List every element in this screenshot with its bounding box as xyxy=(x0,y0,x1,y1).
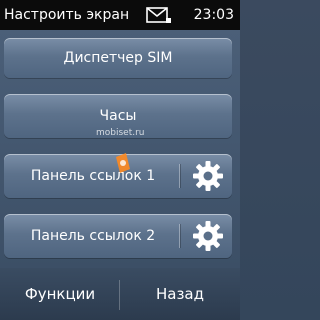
softkey-bar: Функции Назад xyxy=(0,268,240,320)
gear-icon[interactable] xyxy=(190,158,226,194)
gear-icon[interactable] xyxy=(190,218,226,254)
screen-title: Настроить экран xyxy=(4,7,130,23)
functions-button[interactable]: Функции xyxy=(0,268,120,320)
settings-list: Диспетчер SIM Часы Панель ссылок 1 Панел… xyxy=(0,30,240,268)
list-item-shortcuts-bar-2[interactable]: Панель ссылок 2 xyxy=(4,214,232,258)
list-item-sim-manager[interactable]: Диспетчер SIM xyxy=(4,38,232,78)
clock-time: 23:03 xyxy=(193,7,234,23)
list-item-label: Панель ссылок 2 xyxy=(30,228,156,244)
watermark-text: mobiset.ru xyxy=(96,128,145,138)
list-item-label: Часы xyxy=(99,108,137,124)
back-button[interactable]: Назад xyxy=(120,268,240,320)
list-item-label: Диспетчер SIM xyxy=(63,50,173,66)
list-item-shortcuts-bar-1[interactable]: Панель ссылок 1 xyxy=(4,154,232,198)
divider xyxy=(179,224,180,248)
status-bar: Настроить экран 23:03 xyxy=(0,0,240,30)
message-icon xyxy=(146,7,171,23)
list-item-label: Панель ссылок 1 xyxy=(30,168,156,184)
divider xyxy=(179,164,180,188)
